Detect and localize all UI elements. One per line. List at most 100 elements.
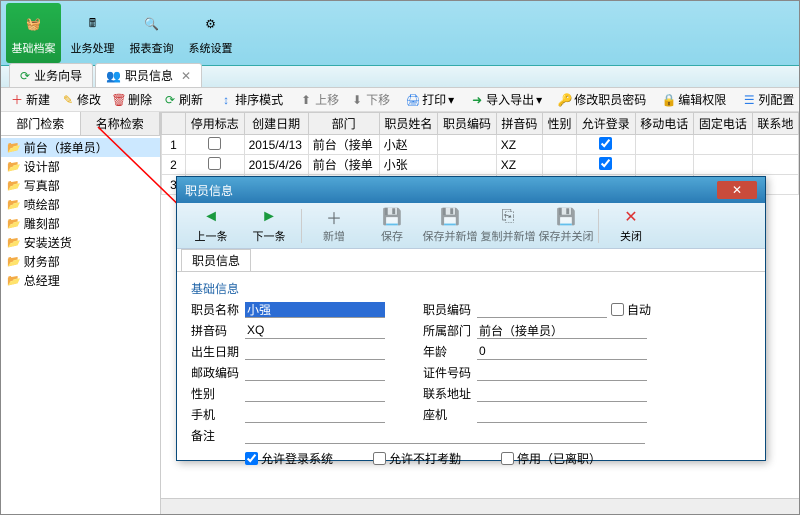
action-changepwd[interactable]: 🔑修改职员密码 <box>553 89 651 110</box>
dialog-title: 职员信息 <box>185 182 233 199</box>
auto-checkbox[interactable] <box>611 303 624 316</box>
close-icon[interactable]: ✕ <box>177 69 191 83</box>
close-dialog-button[interactable]: ✕关闭 <box>603 207 659 244</box>
folder-icon: 📂 <box>7 179 21 192</box>
action-sort[interactable]: ↕排序模式 <box>214 89 288 110</box>
save-icon: 💾 <box>382 207 402 227</box>
tab-employee-info[interactable]: 👥 职员信息 ✕ <box>95 63 202 87</box>
arrow-right-icon: ► <box>259 207 279 227</box>
table-row[interactable]: 1 2015/4/13前台（接单 小赵 XZ <box>162 135 799 155</box>
disabled-checkbox[interactable] <box>208 157 221 170</box>
no-attend-checkbox[interactable] <box>373 452 386 465</box>
folder-icon: 📂 <box>7 255 21 268</box>
disabled-checkbox[interactable] <box>208 137 221 150</box>
tree-item[interactable]: 📂雕刻部 <box>1 214 160 233</box>
close-icon: ✕ <box>732 183 742 197</box>
action-refresh[interactable]: ⟳刷新 <box>158 89 208 110</box>
action-print[interactable]: 🖨打印▾ <box>401 89 459 110</box>
dialog-body: 基础信息 职员名称 职员编码 自动 拼音码 所属部门 出生日期 年龄 邮政编码 <box>177 272 765 479</box>
tab-business-guide[interactable]: ⟳ 业务向导 <box>9 63 93 87</box>
plus-icon: ＋ <box>10 93 24 107</box>
copy-icon: ⎘ <box>498 207 518 227</box>
emp-name-input[interactable] <box>245 302 385 318</box>
dept-input[interactable] <box>477 323 647 339</box>
basket-icon: 🧺 <box>20 10 48 38</box>
phone-input[interactable] <box>477 407 647 423</box>
remark-input[interactable] <box>245 428 645 444</box>
emp-code-input[interactable] <box>477 302 607 318</box>
arrow-up-icon: ⬆ <box>299 93 313 107</box>
toolbar-item-settings[interactable]: ⚙ 系统设置 <box>183 3 238 63</box>
age-input[interactable] <box>477 344 647 360</box>
sidebar: 部门检索 名称检索 📂前台（接单员） 📂设计部 📂写真部 📂喷绘部 📂雕刻部 📂… <box>1 112 161 514</box>
chevron-down-icon: ▾ <box>448 93 454 107</box>
folder-icon: 📂 <box>7 274 21 287</box>
tree-item[interactable]: 📂总经理 <box>1 271 160 290</box>
folder-icon: 📂 <box>7 160 21 173</box>
grid-header-row: 停用标志创建日期 部门职员姓名 职员编码拼音码 性别允许登录 移动电话固定电话 … <box>162 113 799 135</box>
gender-input[interactable] <box>245 386 385 402</box>
action-import[interactable]: ➜导入导出▾ <box>465 89 547 110</box>
addr-input[interactable] <box>477 386 647 402</box>
prev-button[interactable]: ◄上一条 <box>183 207 239 244</box>
tree-item[interactable]: 📂财务部 <box>1 252 160 271</box>
next-button[interactable]: ►下一条 <box>241 207 297 244</box>
search-icon: 🔍 <box>138 10 166 38</box>
toolbar-item-basic[interactable]: 🧺 基础档案 <box>6 3 61 63</box>
arrow-left-icon: ◄ <box>201 207 221 227</box>
close-button[interactable]: ✕ <box>717 181 757 199</box>
tree-item[interactable]: 📂写真部 <box>1 176 160 195</box>
print-icon: 🖨 <box>406 93 420 107</box>
horizontal-scrollbar[interactable] <box>161 498 799 514</box>
users-icon: 👥 <box>106 69 121 83</box>
delete-icon: 🗑 <box>112 93 126 107</box>
action-columns[interactable]: ☰列配置 <box>737 89 799 110</box>
tree-item[interactable]: 📂设计部 <box>1 157 160 176</box>
arrow-down-icon: ⬇ <box>350 93 364 107</box>
sidebar-tab-name[interactable]: 名称检索 <box>81 112 161 135</box>
action-editperm[interactable]: 🔒编辑权限 <box>657 89 731 110</box>
action-edit[interactable]: ✎修改 <box>56 89 106 110</box>
saveclose-button[interactable]: 💾保存并关闭 <box>538 207 594 244</box>
edit-icon: ✎ <box>61 93 75 107</box>
toolbar-item-report[interactable]: 🔍 报表查询 <box>124 3 179 63</box>
birth-input[interactable] <box>245 344 385 360</box>
action-new[interactable]: ＋新建 <box>5 89 55 110</box>
sidebar-tab-dept[interactable]: 部门检索 <box>1 112 81 135</box>
chevron-down-icon: ▾ <box>536 93 542 107</box>
import-icon: ➜ <box>470 93 484 107</box>
login-checkbox[interactable] <box>599 137 612 150</box>
tree-item[interactable]: 📂安装送货 <box>1 233 160 252</box>
add-button[interactable]: ＋新增 <box>306 207 362 244</box>
toolbar-item-business[interactable]: 🖩 业务处理 <box>65 3 120 63</box>
plus-icon: ＋ <box>324 207 344 227</box>
idno-input[interactable] <box>477 365 647 381</box>
tree-item[interactable]: 📂喷绘部 <box>1 195 160 214</box>
action-down[interactable]: ⬇下移 <box>345 89 395 110</box>
action-delete[interactable]: 🗑删除 <box>107 89 157 110</box>
table-row[interactable]: 2 2015/4/26前台（接单 小张 XZ <box>162 155 799 175</box>
refresh-icon: ⟳ <box>163 93 177 107</box>
pinyin-input[interactable] <box>245 323 385 339</box>
dialog-titlebar[interactable]: 职员信息 ✕ <box>177 177 765 203</box>
action-up[interactable]: ⬆上移 <box>294 89 344 110</box>
save-new-icon: 💾 <box>440 207 460 227</box>
folder-icon: 📂 <box>7 198 21 211</box>
disabled-checkbox[interactable] <box>501 452 514 465</box>
save-button[interactable]: 💾保存 <box>364 207 420 244</box>
copynew-button[interactable]: ⎘复制并新增 <box>480 207 536 244</box>
login-checkbox[interactable] <box>599 157 612 170</box>
allow-login-checkbox[interactable] <box>245 452 258 465</box>
lock-icon: 🔒 <box>662 93 676 107</box>
action-bar: ＋新建 ✎修改 🗑删除 ⟳刷新 ↕排序模式 ⬆上移 ⬇下移 🖨打印▾ ➜导入导出… <box>1 88 799 112</box>
columns-icon: ☰ <box>742 93 756 107</box>
savenew-button[interactable]: 💾保存并新增 <box>422 207 478 244</box>
employee-dialog: 职员信息 ✕ ◄上一条 ►下一条 ＋新增 💾保存 💾保存并新增 ⎘复制并新增 💾… <box>176 176 766 461</box>
postal-input[interactable] <box>245 365 385 381</box>
close-icon: ✕ <box>621 207 641 227</box>
field-label: 职员名称 <box>191 301 241 318</box>
folder-icon: 📂 <box>7 141 21 154</box>
tree-item-frontdesk[interactable]: 📂前台（接单员） <box>1 138 160 157</box>
dialog-tab-info[interactable]: 职员信息 <box>181 249 251 271</box>
mobile-input[interactable] <box>245 407 385 423</box>
